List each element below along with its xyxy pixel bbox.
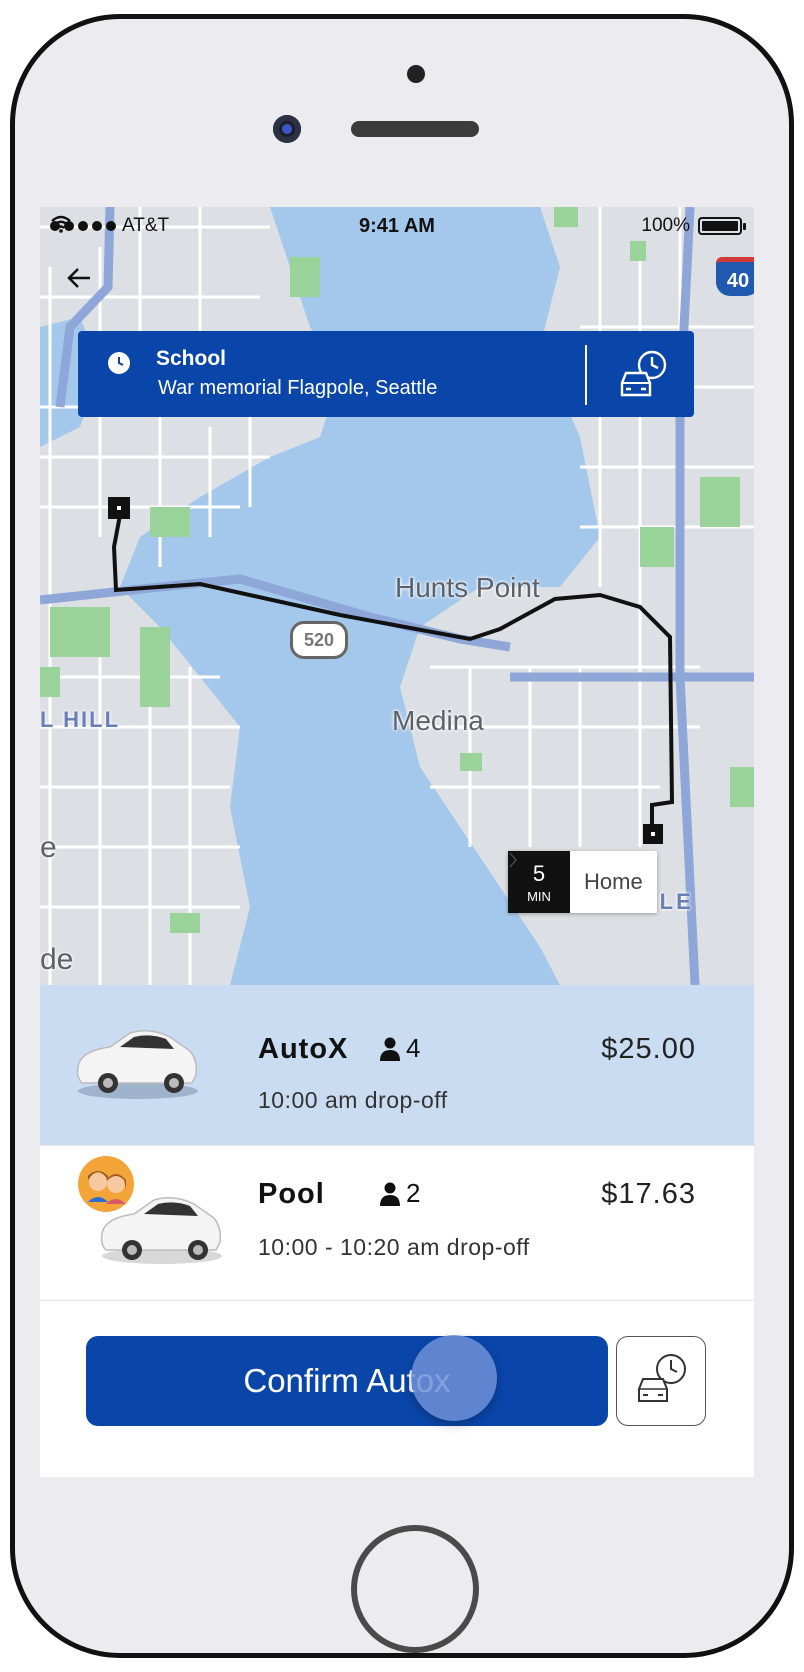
schedule-ride-button[interactable] xyxy=(616,1336,706,1426)
eta-unit: MIN xyxy=(527,889,551,904)
destination-title: School xyxy=(156,347,227,370)
person-icon xyxy=(380,1182,400,1206)
dropoff-time: 10:00 am drop-off xyxy=(258,1087,448,1113)
confirm-ride-button[interactable]: Confirm Autox xyxy=(86,1336,608,1426)
ride-price: $17.63 xyxy=(601,1178,696,1210)
status-bar: AT&T 9:41 AM 100% xyxy=(40,207,754,247)
back-arrow-icon xyxy=(67,268,90,288)
highway-520-shield: 520 xyxy=(290,621,348,659)
person-icon xyxy=(380,1037,400,1061)
seat-count: 2 xyxy=(380,1178,420,1209)
home-button[interactable] xyxy=(351,1525,479,1653)
touch-indicator xyxy=(411,1335,497,1421)
ride-price: $25.00 xyxy=(601,1033,696,1065)
map-label-medina: Medina xyxy=(392,705,484,736)
earpiece-speaker xyxy=(351,121,479,137)
map-label-hill: L HILL xyxy=(40,707,121,732)
battery-icon xyxy=(698,217,746,235)
schedule-ride-button[interactable] xyxy=(616,349,670,401)
seat-count-value: 2 xyxy=(406,1178,421,1208)
map-label-edge-de: de xyxy=(40,943,74,976)
ride-name: Pool xyxy=(258,1178,325,1210)
ride-option-pool[interactable]: Pool 2 $17.63 10:00 - 10:20 am drop-off xyxy=(40,1146,754,1301)
eta-pin[interactable]: 5 MIN Home xyxy=(508,851,657,913)
clock-icon xyxy=(108,352,130,374)
car-icon xyxy=(76,1030,198,1099)
proximity-sensor xyxy=(407,65,425,83)
battery-percent: 100% xyxy=(641,215,690,236)
ride-options-list: AutoX 4 $25.00 10:00 am drop-off Pool 2 … xyxy=(40,985,754,1301)
route-map[interactable]: Hunts Point Medina L HILL WEST BELLE e d… xyxy=(40,207,754,985)
eta-place-label: Home xyxy=(584,869,643,894)
chevron-right-icon xyxy=(509,852,518,868)
destination-address: War memorial Flagpole, Seattle xyxy=(158,377,438,399)
seat-count-value: 4 xyxy=(406,1033,421,1063)
map-label-edge-e: e xyxy=(40,831,57,864)
destination-card[interactable]: School War memorial Flagpole, Seattle xyxy=(78,331,694,417)
map-label-hunts-point: Hunts Point xyxy=(395,572,540,603)
dropoff-time: 10:00 - 10:20 am drop-off xyxy=(258,1234,530,1260)
interstate-shield: 40 xyxy=(716,257,754,296)
confirm-bar: Confirm Autox xyxy=(40,1301,754,1477)
app-screen: Hunts Point Medina L HILL WEST BELLE e d… xyxy=(40,207,754,1477)
ride-name: AutoX xyxy=(258,1033,349,1065)
divider xyxy=(585,345,587,405)
front-camera xyxy=(273,115,301,143)
ride-option-autox[interactable]: AutoX 4 $25.00 10:00 am drop-off xyxy=(40,985,754,1146)
car-clock-icon xyxy=(638,1354,686,1402)
pool-car-icon xyxy=(78,1156,222,1264)
car-clock-icon xyxy=(620,350,667,397)
back-button[interactable] xyxy=(66,267,106,307)
seat-count: 4 xyxy=(380,1033,420,1064)
